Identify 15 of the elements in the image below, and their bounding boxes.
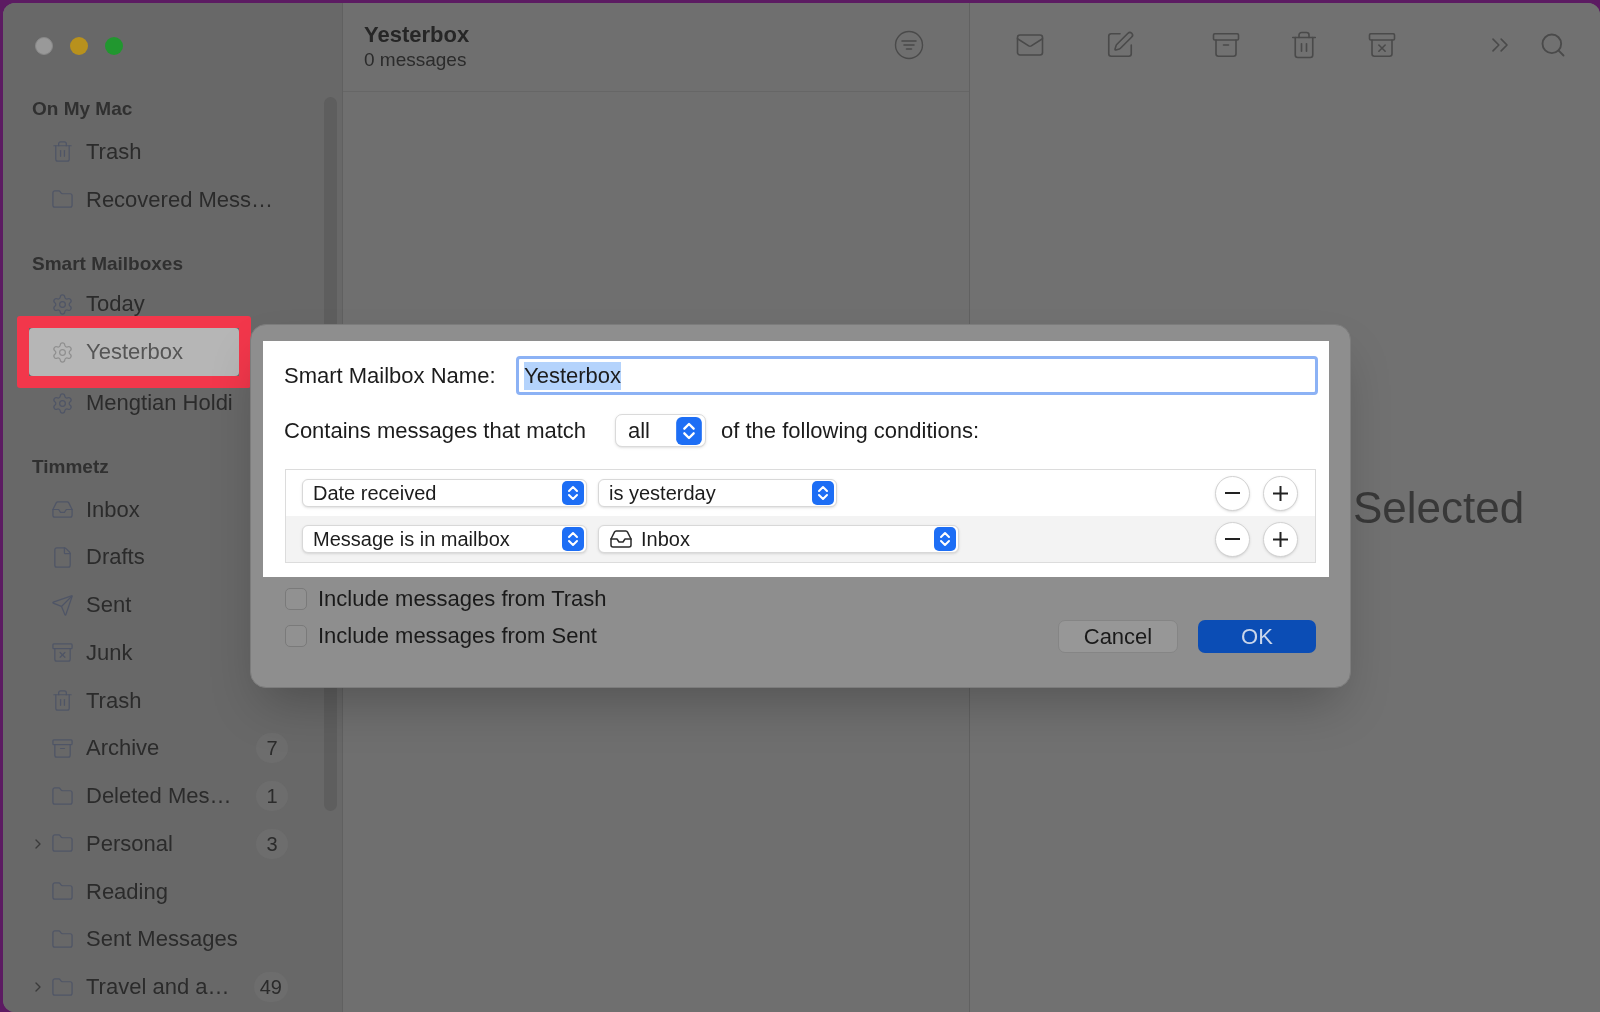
section-header: On My Mac xyxy=(32,96,133,121)
mailbox-title: Yesterbox xyxy=(364,22,470,48)
match-suffix: of the following conditions: xyxy=(721,417,980,445)
unread-count: 3 xyxy=(256,828,288,859)
checkbox-label: Include messages from Sent xyxy=(318,622,597,650)
section-header: Timmetz xyxy=(32,454,109,479)
unread-count: 7 xyxy=(256,733,288,764)
match-label: Contains messages that match xyxy=(284,417,588,445)
message-count: 0 messages xyxy=(364,49,468,71)
checkbox-label: Include messages from Trash xyxy=(318,585,607,613)
empty-state-message: Selected xyxy=(1353,483,1525,532)
unread-count: 49 xyxy=(253,972,288,1003)
unread-count: 1 xyxy=(256,781,288,812)
field-label: Smart Mailbox Name: xyxy=(284,362,497,390)
section-header: Smart Mailboxes xyxy=(32,251,183,276)
